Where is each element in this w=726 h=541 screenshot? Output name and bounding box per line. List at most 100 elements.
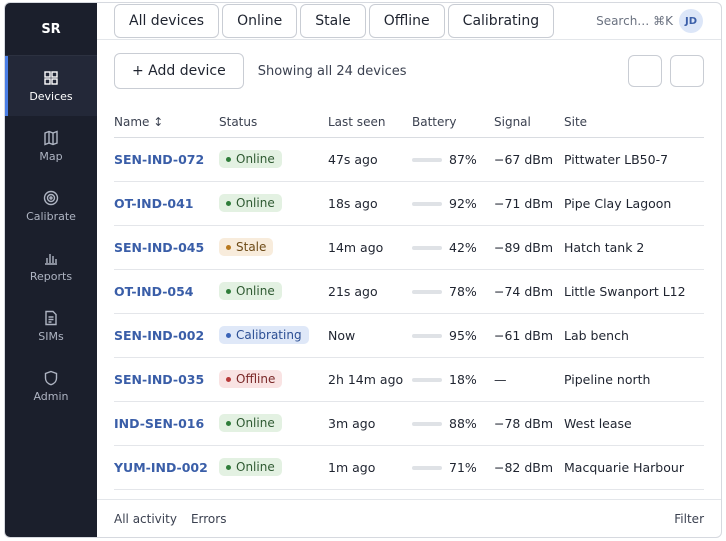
add-device-button[interactable]: + Add device — [114, 53, 244, 89]
last-seen-cell: 18s ago — [328, 181, 412, 226]
site-cell: Macquarie Harbour — [564, 445, 704, 490]
status-dot — [226, 376, 231, 382]
status-badge: Online — [219, 150, 282, 169]
table-row[interactable]: SEN-IND-002 Calibrating Now 95% −61 dBm Lab b… — [114, 313, 704, 358]
status-badge: Calibrating — [219, 326, 309, 345]
sidebar-item-label: Calibrate — [26, 209, 76, 223]
table-row[interactable]: OT-IND-054 Online 21s ago 78% −74 dBm Little … — [114, 269, 704, 314]
battery-cell: 18% — [412, 357, 494, 402]
battery-value: 42% — [449, 239, 477, 255]
sidebar-item-admin[interactable]: Admin — [5, 356, 97, 416]
column-header-signal: Signal — [494, 107, 564, 138]
table-row[interactable]: SEN-IND-072 Online 47s ago 87% −67 dBm Pittwa… — [114, 137, 704, 182]
status-badge: Online — [219, 458, 282, 477]
avatar[interactable]: JD — [679, 9, 703, 33]
status-label: Online — [236, 460, 275, 475]
device-name-link[interactable]: SEN-IND-045 — [114, 225, 219, 270]
battery-cell: 42% — [412, 225, 494, 270]
table-row[interactable]: SEN-IND-035 Offline 2h 14m ago 18% — Pipeline… — [114, 357, 704, 402]
last-seen-cell: Now — [328, 313, 412, 358]
bar-chart-icon — [45, 253, 57, 265]
filter-link[interactable]: Filter — [674, 512, 704, 526]
table-row[interactable]: IND-SEN-016 Online 3m ago 88% −78 dBm West le… — [114, 401, 704, 446]
all-activity-link[interactable]: All activity — [114, 512, 177, 526]
tab-online[interactable]: Online — [222, 4, 298, 38]
battery-value: 95% — [449, 327, 477, 343]
status-cell: Online — [219, 269, 328, 314]
column-header-status: Status — [219, 107, 328, 138]
device-name-link[interactable]: SEN-IND-072 — [114, 137, 219, 182]
tab-offline[interactable]: Offline — [368, 4, 445, 38]
main-content: All devices Online Stale Offline Calibra… — [97, 3, 721, 537]
table-header-row: Name ↕ Status Last seen Battery Signal S… — [114, 107, 704, 138]
battery-value: 18% — [449, 371, 477, 387]
action-bar: + Add device Showing all 24 devices — [114, 53, 704, 89]
status-badge: Offline — [219, 370, 283, 389]
device-name-link[interactable]: SEN-IND-002 — [114, 313, 219, 358]
target-icon — [43, 190, 59, 205]
table-row[interactable]: YUM-IND-002 Online 1m ago 71% −82 dBm Macquar… — [114, 445, 704, 490]
site-cell: West lease — [564, 401, 704, 446]
battery-cell: 88% — [412, 401, 494, 446]
errors-link[interactable]: Errors — [191, 512, 227, 526]
sidebar-item-reports[interactable]: Reports — [5, 236, 97, 296]
site-cell: Pittwater LB50-7 — [564, 137, 704, 182]
battery-cell: 87% — [412, 137, 494, 182]
sidebar-item-sims[interactable]: SIMs — [5, 296, 97, 356]
signal-cell: −74 dBm — [494, 269, 564, 314]
table-row[interactable]: OT-IND-041 Online 18s ago 92% −71 dBm Pipe Cl… — [114, 181, 704, 226]
status-dot — [226, 464, 231, 470]
status-label: Stale — [236, 240, 267, 255]
sidebar-item-label: Map — [39, 149, 63, 163]
signal-cell: −89 dBm — [494, 225, 564, 270]
device-name-link[interactable]: SEN-IND-035 — [114, 357, 219, 402]
status-dot — [226, 288, 231, 294]
status-dot — [226, 200, 231, 206]
tab-calibrating[interactable]: Calibrating — [447, 4, 555, 38]
sidebar-item-map[interactable]: Map — [5, 116, 97, 176]
last-seen-cell: 14m ago — [328, 225, 412, 270]
view-option-button[interactable] — [628, 55, 662, 87]
grid-icon — [44, 70, 58, 85]
settings-option-button[interactable] — [670, 55, 704, 87]
tab-stale[interactable]: Stale — [300, 4, 366, 38]
last-seen-cell: 3m ago — [328, 401, 412, 446]
sidebar-item-label: Reports — [29, 269, 73, 283]
signal-cell: — — [494, 357, 564, 402]
site-cell: Pipe Clay Lagoon — [564, 181, 704, 226]
device-name-link[interactable]: OT-IND-041 — [114, 181, 219, 226]
battery-bar — [412, 290, 442, 294]
column-header-site: Site — [564, 107, 704, 138]
table-row[interactable]: SEN-IND-045 Stale 14m ago 42% −89 dBm Hatch t… — [114, 225, 704, 270]
device-name-link[interactable]: YUM-IND-002 — [114, 445, 219, 490]
site-cell: Lab bench — [564, 313, 704, 358]
site-cell: Hatch tank 2 — [564, 225, 704, 270]
sidebar-item-calibrate[interactable]: Calibrate — [5, 176, 97, 236]
signal-cell: −71 dBm — [494, 181, 564, 226]
battery-bar — [412, 158, 442, 162]
search-trigger[interactable]: Search… ⌘K — [596, 14, 673, 28]
battery-cell: 71% — [412, 445, 494, 490]
status-cell: Online — [219, 181, 328, 226]
site-cell: Pipeline north — [564, 357, 704, 402]
device-name-link[interactable]: IND-SEN-016 — [114, 401, 219, 446]
devices-table: Name ↕ Status Last seen Battery Signal S… — [114, 107, 704, 490]
battery-bar — [412, 246, 442, 250]
column-header-name[interactable]: Name ↕ — [114, 107, 219, 138]
device-name-link[interactable]: OT-IND-054 — [114, 269, 219, 314]
sidebar-item-label: Admin — [33, 389, 69, 403]
tab-all-devices[interactable]: All devices — [114, 4, 220, 38]
status-label: Online — [236, 416, 275, 431]
column-header-battery: Battery — [412, 107, 494, 138]
sidebar-item-devices[interactable]: Devices — [5, 56, 97, 116]
last-seen-cell: 1m ago — [328, 445, 412, 490]
shield-icon — [44, 370, 58, 385]
status-label: Online — [236, 196, 275, 211]
status-badge: Online — [219, 194, 282, 213]
status-badge: Online — [219, 282, 282, 301]
status-cell: Online — [219, 401, 328, 446]
signal-cell: −78 dBm — [494, 401, 564, 446]
site-cell: Little Swanport L12 — [564, 269, 704, 314]
battery-cell: 92% — [412, 181, 494, 226]
battery-bar — [412, 466, 442, 470]
